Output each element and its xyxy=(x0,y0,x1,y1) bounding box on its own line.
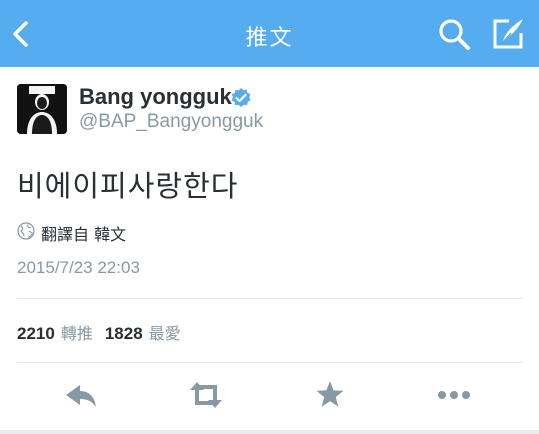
tweet-stats[interactable]: 2210 轉推 1828 最愛 xyxy=(17,320,181,344)
translate-label: 翻譯自 韓文 xyxy=(41,225,127,244)
reply-icon xyxy=(66,385,96,407)
compose-icon xyxy=(493,19,523,49)
avatar-silhouette-icon xyxy=(17,84,67,134)
favorite-label: 最愛 xyxy=(148,324,181,343)
globe-icon xyxy=(17,222,35,240)
search-icon xyxy=(439,19,470,50)
divider xyxy=(17,362,522,363)
avatar[interactable] xyxy=(17,84,67,134)
favorite-star-icon xyxy=(316,381,344,407)
bottom-border xyxy=(0,430,539,434)
retweet-icon xyxy=(190,382,222,408)
retweet-button[interactable] xyxy=(186,378,226,412)
favorite-button[interactable] xyxy=(313,378,353,412)
favorite-count: 1828 xyxy=(104,324,143,343)
more-dots-icon xyxy=(438,391,470,399)
retweet-label: 轉推 xyxy=(60,324,93,343)
tweet-timestamp: 2015/7/23 22:03 xyxy=(17,258,140,277)
more-options-button[interactable] xyxy=(435,378,475,412)
compose-tweet-button[interactable] xyxy=(489,15,527,53)
divider xyxy=(17,298,522,299)
reply-button[interactable] xyxy=(62,378,102,412)
retweet-count: 2210 xyxy=(17,324,55,343)
tweet-text: 비에이피사랑한다 xyxy=(17,169,239,203)
user-handle[interactable]: @BAP_Bangyongguk xyxy=(79,111,263,133)
top-navigation-bar: 推文 xyxy=(0,0,539,67)
user-display-name[interactable]: Bang yongguk xyxy=(79,84,232,110)
verified-badge-icon xyxy=(231,88,251,107)
search-button[interactable] xyxy=(437,17,473,53)
